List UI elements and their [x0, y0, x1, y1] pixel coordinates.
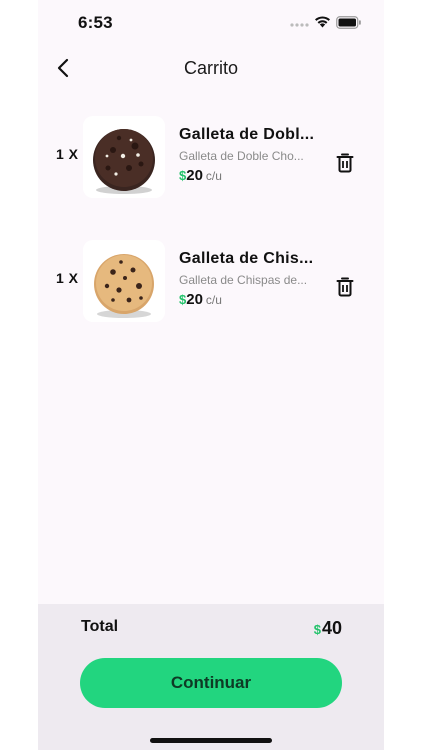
continue-button[interactable]: Continuar: [80, 658, 342, 708]
item-quantity: 1 X: [56, 146, 79, 162]
page-title: Carrito: [183, 58, 238, 78]
total-currency: $: [313, 622, 321, 637]
product-image: [83, 240, 165, 322]
cart-footer: Total $40 Continuar: [38, 604, 384, 750]
nav-bar: Carrito: [38, 50, 384, 86]
status-time: 6:53: [78, 13, 113, 32]
status-bar: 6:53: [38, 0, 384, 44]
total-value: 40: [321, 618, 342, 638]
battery-icon: [336, 16, 361, 29]
item-info: Galleta de Dobl... Galleta de Doble Cho.…: [179, 126, 329, 184]
cart-item: 1 X Galleta de Dobl... Galleta de Doble …: [38, 108, 384, 204]
item-description: Galleta de Chispas de...: [179, 273, 308, 287]
item-info: Galleta de Chis... Galleta de Chispas de…: [179, 250, 329, 308]
item-price: $20 c/u: [179, 167, 329, 184]
trash-icon[interactable]: [336, 277, 354, 297]
price-unit: c/u: [205, 169, 222, 183]
cart-item: 1 X Galleta de Chis... Galleta de Chispa…: [38, 232, 384, 328]
price-value: 20: [186, 291, 203, 308]
signal-icon: [290, 23, 309, 27]
item-name: Galleta de Dobl...: [179, 126, 315, 143]
wifi-icon: [315, 16, 330, 28]
price-value: 20: [186, 167, 203, 184]
item-quantity: 1 X: [56, 270, 79, 286]
item-name: Galleta de Chis...: [179, 250, 314, 267]
product-image: [83, 116, 165, 198]
item-price: $20 c/u: [179, 291, 329, 308]
total-amount: $40: [314, 618, 342, 639]
trash-icon[interactable]: [336, 153, 354, 173]
item-description: Galleta de Doble Cho...: [179, 149, 304, 163]
cart-screen: 6:53 Carrito 1 X Galleta de Dobl... Gall…: [38, 0, 384, 750]
home-indicator: [150, 738, 272, 743]
price-unit: c/u: [205, 293, 222, 307]
total-label: Total: [81, 618, 119, 635]
